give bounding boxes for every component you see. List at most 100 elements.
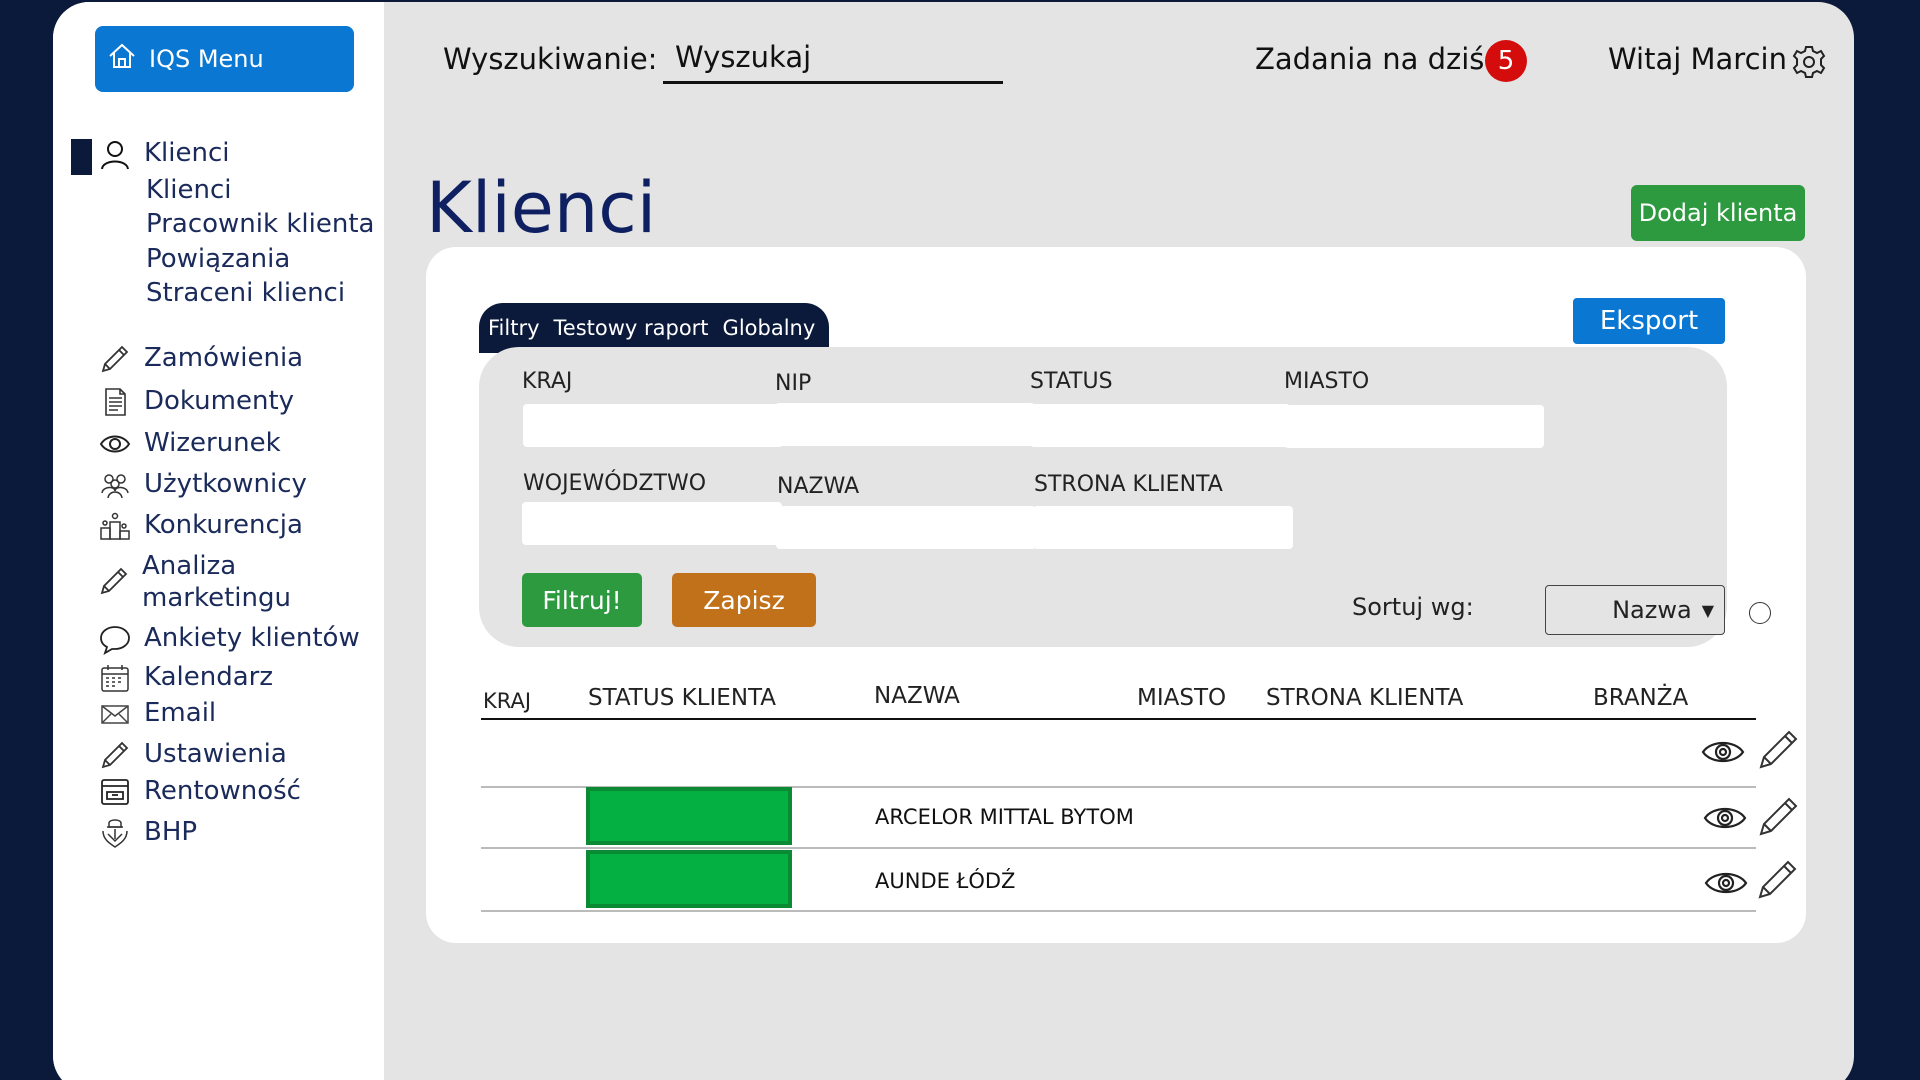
sidebar-item-label: Rentowność	[144, 776, 301, 806]
filter-kraj-input[interactable]	[523, 404, 783, 447]
sidebar-item-rentownosc[interactable]: Rentowność	[98, 775, 301, 809]
document-icon	[98, 385, 132, 419]
sidebar-item-kalendarz[interactable]: Kalendarz	[98, 661, 273, 695]
app-window: IQS Menu Klienci Klienci Pracownik klien…	[53, 2, 1854, 1080]
eye-icon	[98, 427, 132, 461]
pencil-icon	[98, 738, 132, 772]
sidebar-item-analiza[interactable]: Analiza marketingu	[98, 550, 358, 614]
add-client-button[interactable]: Dodaj klienta	[1631, 185, 1805, 241]
welcome-text: Witaj Marcin	[1608, 42, 1787, 76]
search-label: Wyszukiwanie:	[443, 42, 658, 76]
sidebar-subitem-straceni[interactable]: Straceni klienci	[146, 276, 345, 310]
sort-direction-radio[interactable]	[1749, 602, 1771, 624]
table-header-divider	[481, 718, 1756, 720]
filter-label-miasto: MIASTO	[1284, 369, 1370, 394]
column-header-nazwa[interactable]: NAZWA	[874, 683, 960, 709]
sidebar-item-label: Klienci	[144, 138, 230, 168]
sidebar-item-label: Dokumenty	[144, 386, 295, 416]
menu-label: IQS Menu	[149, 45, 264, 73]
sidebar-item-label: Email	[144, 698, 217, 728]
page-title: Klienci	[426, 167, 657, 249]
sidebar-item-ustawienia[interactable]: Ustawienia	[98, 738, 287, 772]
edit-pencil-icon[interactable]	[1756, 794, 1800, 838]
sidebar-subitem-klienci[interactable]: Klienci	[146, 173, 232, 207]
row-divider	[481, 910, 1756, 912]
sidebar-item-klienci[interactable]: Klienci	[98, 137, 230, 171]
filter-status-input[interactable]	[1030, 404, 1290, 447]
tab-filtry[interactable]: Filtry	[488, 316, 540, 340]
column-header-branza[interactable]: BRANŻA	[1593, 685, 1688, 711]
sidebar-item-dokumenty[interactable]: Dokumenty	[98, 385, 294, 419]
export-button[interactable]: Eksport	[1573, 298, 1725, 344]
caret-down-icon: ▼	[1701, 600, 1714, 620]
sidebar-item-uzytkownicy[interactable]: Użytkownicy	[98, 468, 307, 502]
filter-strona-input[interactable]	[1033, 506, 1293, 549]
sidebar-item-label: Ankiety klientów	[144, 623, 360, 653]
client-name-cell[interactable]: AUNDE ŁÓDŹ	[875, 869, 1015, 893]
filter-label-nazwa: NAZWA	[777, 474, 860, 499]
clients-card: Filtry Testowy raport Globalny Eksport K…	[426, 247, 1806, 943]
chat-bubble-icon	[98, 622, 132, 656]
filter-tabs: Filtry Testowy raport Globalny	[479, 303, 829, 353]
save-filter-button[interactable]: Zapisz	[672, 573, 816, 627]
sidebar-item-wizerunek[interactable]: Wizerunek	[98, 427, 281, 461]
users-icon	[98, 468, 132, 502]
home-icon	[107, 41, 137, 77]
sidebar-item-konkurencja[interactable]: Konkurencja	[98, 509, 303, 543]
client-name-cell[interactable]: ARCELOR MITTAL BYTOM	[875, 805, 1134, 829]
sidebar-item-zamowienia[interactable]: Zamówienia	[98, 342, 303, 376]
sidebar-item-label: Ustawienia	[144, 739, 287, 769]
sidebar-subitem-powiazania[interactable]: Powiązania	[146, 242, 290, 276]
filter-label-status: STATUS	[1030, 369, 1113, 394]
podium-icon	[98, 509, 132, 543]
search-input[interactable]: Wyszukaj	[663, 40, 1003, 84]
cash-register-icon	[98, 775, 132, 809]
filter-nip-input[interactable]	[775, 403, 1035, 446]
column-header-status[interactable]: STATUS KLIENTA	[588, 685, 776, 711]
sort-value: Nazwa	[1612, 596, 1692, 624]
pencil-icon	[98, 564, 130, 598]
sidebar-subitem-pracownik[interactable]: Pracownik klienta	[146, 207, 374, 241]
client-status-indicator	[586, 850, 792, 908]
sidebar-item-label: Zamówienia	[144, 343, 304, 373]
filter-wojewodztwo-input[interactable]	[522, 502, 782, 545]
column-header-strona[interactable]: STRONA KLIENTA	[1266, 685, 1463, 711]
view-eye-icon[interactable]	[1703, 796, 1747, 840]
sort-label: Sortuj wg:	[1352, 593, 1474, 621]
pencil-icon	[98, 342, 132, 376]
sidebar-item-label: BHP	[144, 817, 198, 847]
iqs-menu-button[interactable]: IQS Menu	[95, 26, 354, 92]
tasks-today-link[interactable]: Zadania na dziś	[1255, 42, 1484, 76]
filter-miasto-input[interactable]	[1284, 405, 1544, 448]
filter-label-kraj: KRAJ	[522, 369, 573, 394]
row-divider	[481, 847, 1756, 849]
sidebar-item-label: Konkurencja	[144, 510, 303, 540]
filter-label-strona: STRONA KLIENTA	[1034, 472, 1223, 497]
sidebar-item-bhp[interactable]: BHP	[98, 816, 197, 850]
view-eye-icon[interactable]	[1704, 861, 1748, 905]
view-eye-icon[interactable]	[1701, 730, 1745, 774]
safety-icon	[98, 816, 132, 850]
tab-globalny[interactable]: Globalny	[723, 316, 816, 340]
sidebar-item-label: Analiza marketingu	[142, 551, 291, 613]
sort-select[interactable]: Nazwa ▼	[1545, 585, 1725, 635]
filter-label-wojewodztwo: WOJEWÓDZTWO	[523, 471, 707, 496]
filter-button[interactable]: Filtruj!	[522, 573, 642, 627]
active-indicator	[71, 139, 92, 175]
column-header-kraj[interactable]: KRAJ	[483, 689, 531, 713]
sidebar-item-label: Wizerunek	[144, 428, 281, 458]
sidebar-item-email[interactable]: Email	[98, 697, 216, 731]
calendar-icon	[98, 661, 132, 695]
column-header-miasto[interactable]: MIASTO	[1137, 685, 1226, 711]
sidebar-item-label: Kalendarz	[144, 662, 273, 692]
sidebar: IQS Menu Klienci Klienci Pracownik klien…	[53, 2, 384, 1080]
gear-icon[interactable]	[1791, 44, 1827, 80]
edit-pencil-icon[interactable]	[1755, 857, 1799, 901]
tasks-count-badge[interactable]: 5	[1485, 40, 1527, 82]
filters-panel: KRAJ NIP STATUS MIASTO WOJEWÓDZTWO NAZWA…	[479, 347, 1771, 647]
edit-pencil-icon[interactable]	[1756, 727, 1800, 771]
filter-nazwa-input[interactable]	[776, 506, 1036, 549]
filter-label-nip: NIP	[775, 371, 812, 396]
sidebar-item-ankiety[interactable]: Ankiety klientów	[98, 622, 360, 656]
tab-testowy-raport[interactable]: Testowy raport	[554, 316, 709, 340]
